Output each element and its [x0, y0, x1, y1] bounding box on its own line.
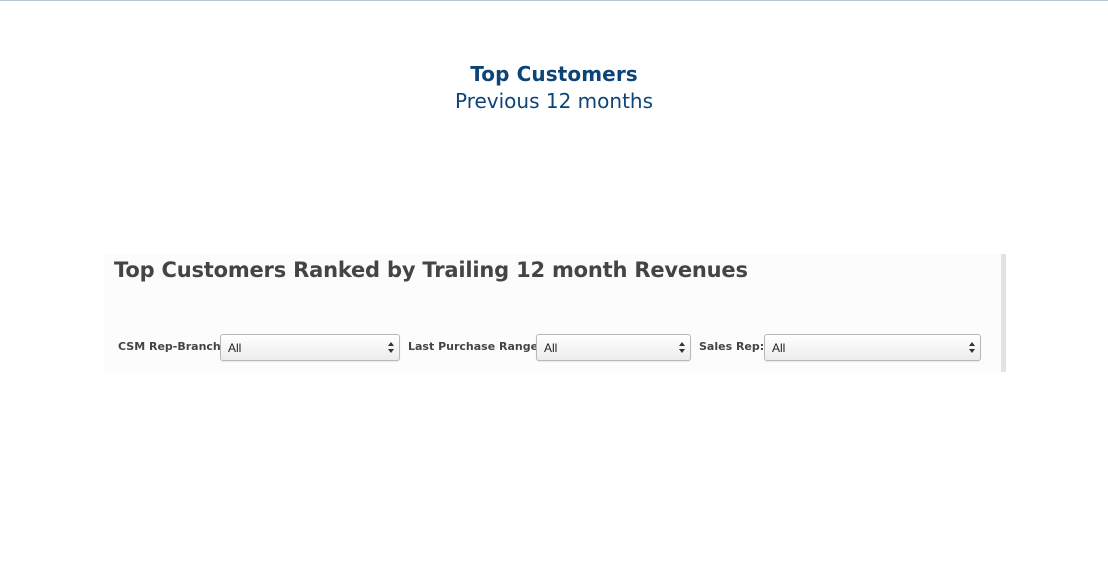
last-purchase-range-value: All [544, 341, 558, 355]
csm-rep-branch-value: All [228, 341, 242, 355]
sales-rep-label: Sales Rep: [699, 340, 765, 353]
last-purchase-range-label: Last Purchase Range: [408, 340, 543, 353]
panel-right-border [1001, 254, 1006, 372]
up-down-arrows-icon [679, 342, 685, 353]
page-subtitle: Previous 12 months [454, 89, 654, 113]
csm-rep-branch-label: CSM Rep-Branch: [118, 340, 226, 353]
last-purchase-range-select[interactable]: All [536, 334, 691, 361]
sales-rep-value: All [772, 341, 786, 355]
top-divider [0, 0, 1108, 1]
sales-rep-select[interactable]: All [764, 334, 981, 361]
csm-rep-branch-select[interactable]: All [220, 334, 400, 361]
page-title: Top Customers [470, 62, 638, 86]
up-down-arrows-icon [388, 342, 394, 353]
up-down-arrows-icon [969, 342, 975, 353]
page-header: Top Customers Previous 12 months [0, 60, 1108, 114]
report-title: Top Customers Ranked by Trailing 12 mont… [114, 258, 748, 282]
report-panel: Top Customers Ranked by Trailing 12 mont… [104, 254, 1002, 372]
